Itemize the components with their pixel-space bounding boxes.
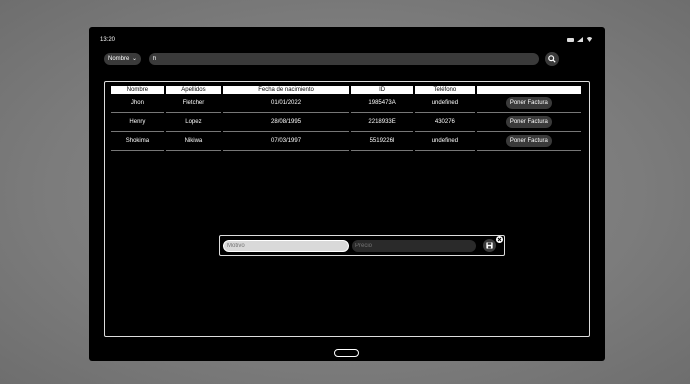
- cell-fecha: 07/03/1997: [222, 132, 350, 151]
- header-telefono: Teléfono: [415, 86, 475, 94]
- tablet-screen: 13:20 Nombre ⌄ Nombre Apellidos Fecha de…: [89, 27, 605, 361]
- table-row: Henry Lopez 28/08/1995 2218933E 430276 P…: [111, 113, 581, 132]
- cell-id: 1985473A: [351, 94, 414, 113]
- cell-fecha: 01/01/2022: [222, 94, 350, 113]
- filter-select-value: Nombre: [108, 56, 130, 62]
- poner-factura-button[interactable]: Poner Factura: [505, 135, 552, 147]
- motivo-input[interactable]: [223, 240, 349, 252]
- clients-panel: Nombre Apellidos Fecha de nacimiento ID …: [104, 81, 590, 337]
- header-id: ID: [351, 86, 414, 94]
- header-nombre: Nombre: [111, 86, 164, 94]
- cell-apellidos: Lopez: [165, 113, 221, 132]
- cell-apellidos: Fletcher: [165, 94, 221, 113]
- cell-nombre: Jhon: [111, 94, 164, 113]
- chevron-down-icon: ⌄: [131, 56, 137, 62]
- save-icon: [486, 242, 493, 249]
- wifi-icon: [586, 37, 593, 42]
- cell-telefono: undefined: [415, 94, 475, 113]
- header-actions: [476, 86, 581, 94]
- search-input[interactable]: [149, 53, 539, 65]
- save-invoice-button[interactable]: [483, 239, 496, 252]
- cell-id: 5519226I: [351, 132, 414, 151]
- clients-table: Nombre Apellidos Fecha de nacimiento ID …: [109, 86, 583, 151]
- poner-factura-button[interactable]: Poner Factura: [505, 116, 552, 128]
- home-button[interactable]: [334, 349, 359, 357]
- cell-apellidos: Nikiwa: [165, 132, 221, 151]
- header-fecha: Fecha de nacimiento: [222, 86, 350, 94]
- cell-id: 2218933E: [351, 113, 414, 132]
- signal-icon: [577, 37, 583, 42]
- cell-nombre: Henry: [111, 113, 164, 132]
- cell-nombre: Shokima: [111, 132, 164, 151]
- close-icon: [497, 237, 502, 242]
- cell-telefono: undefined: [415, 132, 475, 151]
- battery-icon: [567, 37, 574, 42]
- invoice-form: [219, 235, 505, 256]
- cell-action: Poner Factura: [476, 113, 581, 132]
- table-row: Shokima Nikiwa 07/03/1997 5519226I undef…: [111, 132, 581, 151]
- status-icons: [567, 37, 593, 42]
- search-button[interactable]: [545, 52, 559, 66]
- poner-factura-button[interactable]: Poner Factura: [505, 97, 552, 109]
- header-apellidos: Apellidos: [165, 86, 221, 94]
- search-icon: [548, 55, 556, 63]
- table-row: Jhon Fletcher 01/01/2022 1985473A undefi…: [111, 94, 581, 113]
- cell-fecha: 28/08/1995: [222, 113, 350, 132]
- cell-action: Poner Factura: [476, 132, 581, 151]
- precio-input[interactable]: [352, 240, 476, 252]
- status-time: 13:20: [100, 37, 116, 43]
- cell-action: Poner Factura: [476, 94, 581, 113]
- cell-telefono: 430276: [415, 113, 475, 132]
- table-header-row: Nombre Apellidos Fecha de nacimiento ID …: [111, 86, 581, 94]
- filter-select[interactable]: Nombre ⌄: [104, 53, 141, 65]
- close-invoice-button[interactable]: [496, 236, 503, 243]
